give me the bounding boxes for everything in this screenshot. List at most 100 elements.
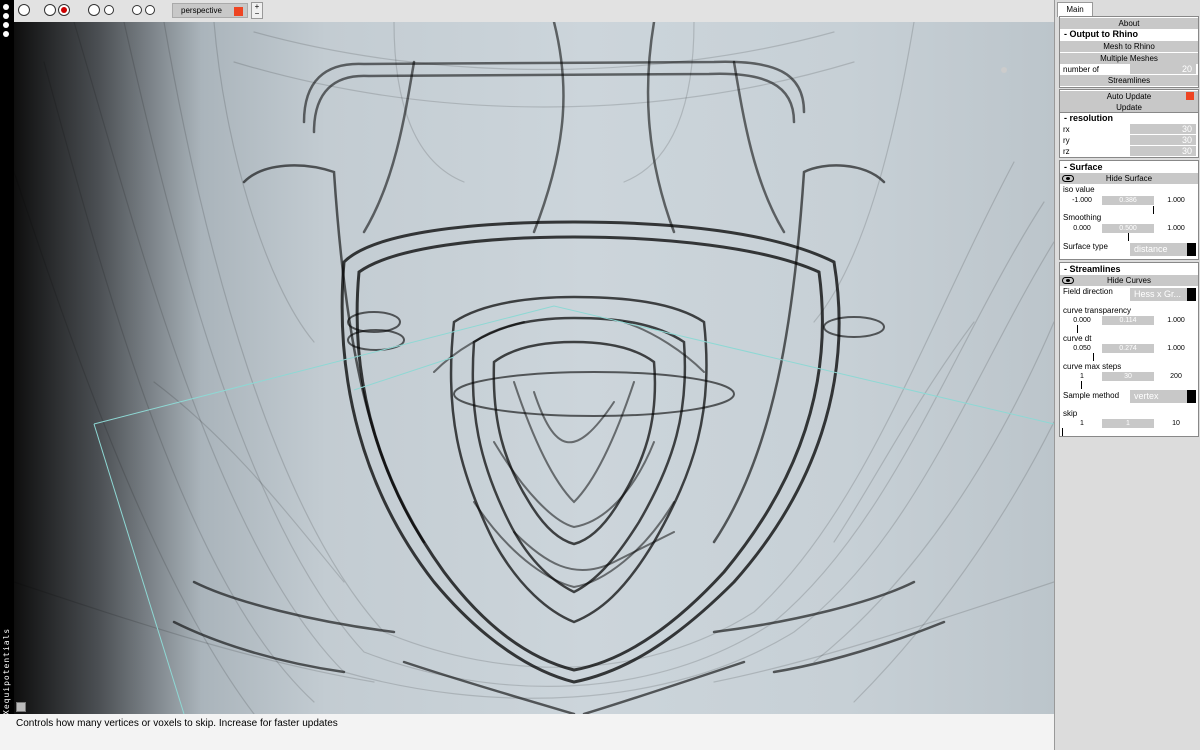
sidebar-dot-icon[interactable] bbox=[3, 13, 9, 19]
visibility-toggle-icon[interactable] bbox=[1062, 277, 1074, 284]
skip-max: 10 bbox=[1172, 420, 1180, 427]
fit-view-icon[interactable] bbox=[145, 5, 155, 15]
zoom-stepper[interactable]: + − bbox=[251, 2, 263, 19]
control-panel: Main About - Output to Rhino Mesh to Rhi… bbox=[1054, 0, 1200, 750]
surface-group: - Surface Hide Surface iso value -1.000 … bbox=[1059, 160, 1199, 260]
tab-main[interactable]: Main bbox=[1057, 2, 1093, 17]
transparency-max: 1.000 bbox=[1167, 317, 1185, 324]
visibility-toggle-icon[interactable] bbox=[1062, 175, 1074, 182]
status-text: Controls how many vertices or voxels to … bbox=[16, 718, 338, 729]
skip-label: skip bbox=[1063, 409, 1078, 418]
dropdown-icon bbox=[1187, 243, 1196, 256]
auto-update-toggle[interactable]: Auto Update bbox=[1060, 91, 1198, 102]
number-of-label: number of bbox=[1063, 65, 1100, 74]
smoothing-slider[interactable] bbox=[1062, 233, 1196, 241]
sidebar-dot-icon[interactable] bbox=[3, 4, 9, 10]
curve-dt-numbers: 0.050 0.274 1.000 bbox=[1062, 344, 1196, 353]
streamlines-group: - Streamlines Hide Curves Field directio… bbox=[1059, 262, 1199, 437]
curve-transparency-numbers: 0.000 0.114 1.000 bbox=[1062, 316, 1196, 325]
curve-dt-current[interactable]: 0.274 bbox=[1102, 344, 1154, 353]
rz-label: rz bbox=[1063, 147, 1070, 156]
curve-max-steps-handle[interactable] bbox=[1081, 381, 1082, 389]
smoothing-numbers: 0.000 0.500 1.000 bbox=[1062, 224, 1196, 233]
hide-surface-button[interactable]: Hide Surface bbox=[1060, 173, 1198, 184]
curve-dt-slider[interactable] bbox=[1062, 353, 1196, 361]
max-steps-min: 1 bbox=[1080, 373, 1084, 380]
transparency-current[interactable]: 0.114 bbox=[1102, 316, 1154, 325]
iso-max: 1.000 bbox=[1167, 197, 1185, 204]
ry-input[interactable]: 30 bbox=[1130, 135, 1196, 145]
reset-view-icon[interactable] bbox=[104, 5, 114, 15]
rx-row: rx 30 bbox=[1060, 124, 1198, 135]
left-sidebar: Xequipotentials bbox=[0, 0, 14, 750]
curve-dt-max: 1.000 bbox=[1167, 345, 1185, 352]
zoom-view-icon[interactable] bbox=[88, 4, 100, 16]
curve-dt-handle[interactable] bbox=[1093, 353, 1094, 361]
3d-viewport[interactable] bbox=[14, 22, 1054, 714]
iso-value-label: iso value bbox=[1063, 185, 1095, 194]
rx-input[interactable]: 30 bbox=[1130, 124, 1196, 134]
number-of-row: number of 20 bbox=[1060, 64, 1198, 75]
multiple-meshes-button[interactable]: Multiple Meshes bbox=[1060, 53, 1198, 64]
dropdown-icon bbox=[1187, 288, 1196, 301]
surface-type-select[interactable]: distance bbox=[1130, 243, 1196, 256]
number-of-input[interactable]: 20 bbox=[1130, 64, 1196, 74]
rotate-view-icon[interactable] bbox=[44, 4, 56, 16]
max-steps-current[interactable]: 30 bbox=[1102, 372, 1154, 381]
transparency-min: 0.000 bbox=[1073, 317, 1091, 324]
view-mode-selector[interactable]: perspective bbox=[172, 3, 248, 18]
smoothing-max: 1.000 bbox=[1167, 225, 1185, 232]
resolution-group: - resolution rx 30 ry 30 rz 30 bbox=[1059, 112, 1199, 158]
hide-curves-button[interactable]: Hide Curves bbox=[1060, 275, 1198, 286]
dropdown-icon bbox=[1187, 390, 1196, 403]
field-direction-select[interactable]: Hess x Gr... bbox=[1130, 288, 1196, 301]
skip-current[interactable]: 1 bbox=[1102, 419, 1154, 428]
ry-row: ry 30 bbox=[1060, 135, 1198, 146]
curve-dt-label: curve dt bbox=[1063, 334, 1092, 343]
move-view-icon[interactable] bbox=[18, 4, 30, 16]
field-direction-value: Hess x Gr... bbox=[1134, 289, 1182, 299]
curve-transparency-slider[interactable] bbox=[1062, 325, 1196, 333]
viewport-corner-handle[interactable] bbox=[16, 702, 26, 712]
resolution-header[interactable]: - resolution bbox=[1060, 113, 1200, 124]
smoothing-current[interactable]: 0.500 bbox=[1102, 224, 1154, 233]
view-mode-color-swatch bbox=[234, 7, 243, 16]
rz-row: rz 30 bbox=[1060, 146, 1198, 157]
output-header[interactable]: - Output to Rhino bbox=[1060, 29, 1200, 40]
streamlines-output-button[interactable]: Streamlines bbox=[1060, 75, 1198, 86]
auto-update-indicator bbox=[1186, 92, 1194, 100]
status-bar: Controls how many vertices or voxels to … bbox=[0, 714, 1054, 750]
sample-method-value: vertex bbox=[1134, 391, 1159, 401]
curve-transparency-handle[interactable] bbox=[1077, 325, 1078, 333]
surface-header[interactable]: - Surface bbox=[1060, 162, 1200, 173]
ry-label: ry bbox=[1063, 136, 1070, 145]
sidebar-dot-icon[interactable] bbox=[3, 22, 9, 28]
pan-view-icon[interactable] bbox=[132, 5, 142, 15]
view-mode-label: perspective bbox=[181, 6, 222, 15]
skip-handle[interactable] bbox=[1062, 428, 1063, 436]
mesh-to-rhino-button[interactable]: Mesh to Rhino bbox=[1060, 41, 1198, 52]
iso-min: -1.000 bbox=[1072, 197, 1092, 204]
smoothing-min: 0.000 bbox=[1073, 225, 1091, 232]
smoothing-handle[interactable] bbox=[1128, 233, 1129, 241]
about-button[interactable]: About bbox=[1060, 18, 1198, 29]
rx-label: rx bbox=[1063, 125, 1070, 134]
sample-method-select[interactable]: vertex bbox=[1130, 390, 1196, 403]
auto-update-label: Auto Update bbox=[1106, 92, 1152, 101]
sidebar-dot-icon[interactable] bbox=[3, 31, 9, 37]
curve-dt-min: 0.050 bbox=[1073, 345, 1091, 352]
record-icon[interactable] bbox=[58, 4, 70, 16]
curve-transparency-label: curve transparency bbox=[1063, 306, 1132, 315]
streamlines-header[interactable]: - Streamlines bbox=[1060, 264, 1200, 275]
output-group: About - Output to Rhino Mesh to Rhino Mu… bbox=[1059, 16, 1199, 88]
skip-min: 1 bbox=[1080, 420, 1084, 427]
hide-curves-label: Hide Curves bbox=[1106, 276, 1151, 285]
iso-value-numbers: -1.000 0.386 1.000 bbox=[1062, 196, 1196, 205]
iso-current[interactable]: 0.386 bbox=[1102, 196, 1154, 205]
zoom-out-button[interactable]: − bbox=[252, 10, 262, 18]
rz-input[interactable]: 30 bbox=[1130, 146, 1196, 156]
skip-slider[interactable] bbox=[1062, 428, 1196, 436]
curve-max-steps-numbers: 1 30 200 bbox=[1062, 372, 1196, 381]
app-vertical-title: Xequipotentials bbox=[2, 627, 11, 715]
curve-max-steps-slider[interactable] bbox=[1062, 381, 1196, 389]
